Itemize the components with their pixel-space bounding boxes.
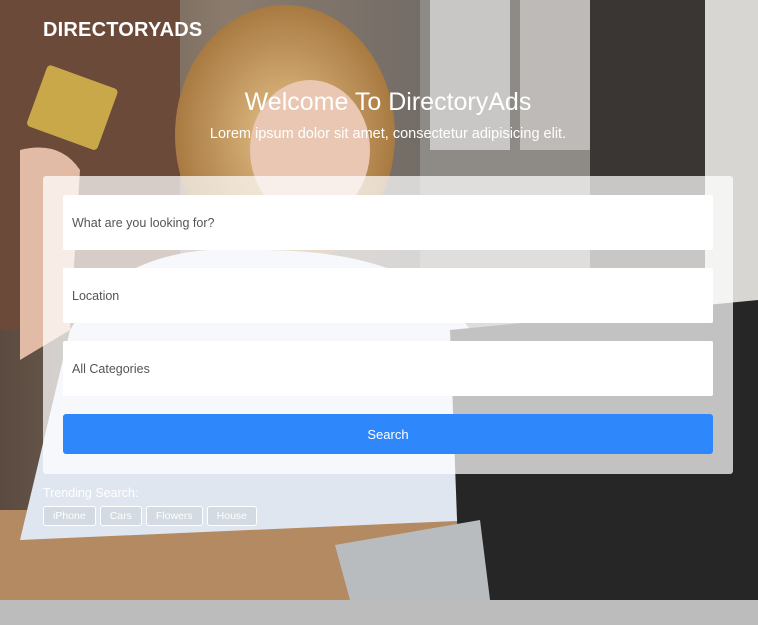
site-logo[interactable]: DIRECTORYADS (43, 19, 202, 42)
hero-title: Welcome To DirectoryAds (244, 88, 532, 116)
category-select-value: All Categories (72, 361, 150, 376)
trending-tags: iPhone Cars Flowers House (43, 506, 257, 526)
category-select[interactable]: All Categories (63, 341, 713, 396)
trending-search-label: Trending Search: (43, 486, 139, 500)
footer-band (0, 600, 758, 625)
trending-tag-house[interactable]: House (206, 506, 257, 526)
location-input[interactable] (63, 268, 713, 323)
hero-subtitle: Lorem ipsum dolor sit amet, consectetur … (209, 126, 567, 142)
trending-tag-iphone[interactable]: iPhone (43, 506, 96, 526)
trending-tag-cars[interactable]: Cars (99, 506, 142, 526)
search-panel: All Categories Search (43, 176, 733, 474)
hero-section: DIRECTORYADS Welcome To DirectoryAds Lor… (0, 0, 758, 600)
trending-tag-flowers[interactable]: Flowers (145, 506, 203, 526)
search-button[interactable]: Search (63, 414, 713, 454)
keyword-search-input[interactable] (63, 195, 713, 250)
